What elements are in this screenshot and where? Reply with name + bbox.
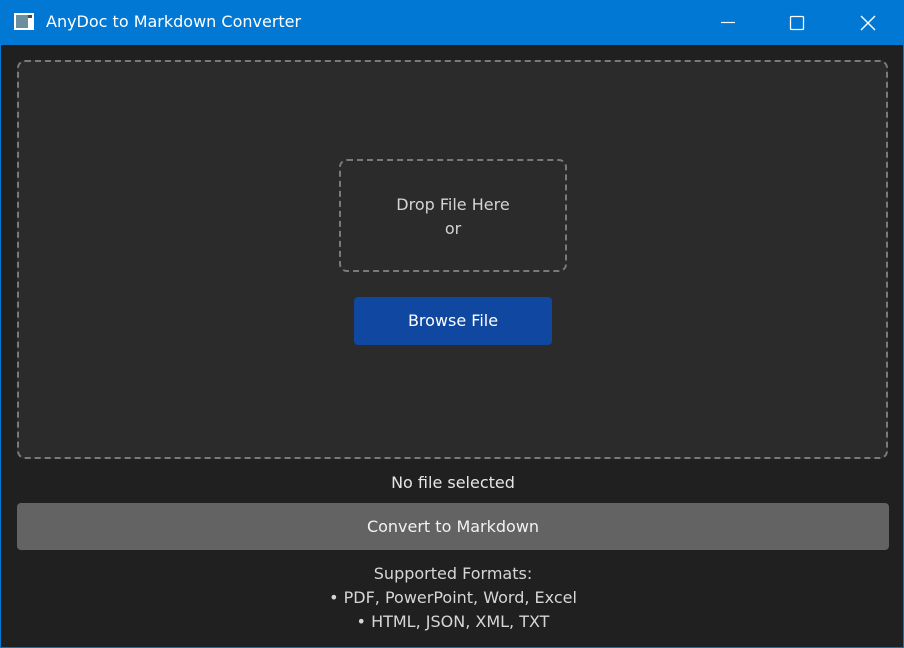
supported-formats-item: • HTML, JSON, XML, TXT <box>356 612 550 631</box>
app-icon <box>14 13 34 30</box>
drop-file-label: Drop File Here <box>396 195 510 214</box>
maximize-icon <box>789 15 805 31</box>
title-bar[interactable]: AnyDoc to Markdown Converter <box>0 0 904 45</box>
supported-formats-item: • PDF, PowerPoint, Word, Excel <box>329 588 577 607</box>
drop-file-target[interactable]: Drop File Here or <box>339 159 567 272</box>
maximize-button[interactable] <box>773 0 819 45</box>
minimize-icon <box>721 21 735 24</box>
minimize-button[interactable] <box>704 0 750 45</box>
supported-formats-heading: Supported Formats: <box>373 564 533 583</box>
window-title: AnyDoc to Markdown Converter <box>46 12 302 31</box>
close-button[interactable] <box>845 0 891 45</box>
file-status-text: No file selected <box>391 473 515 492</box>
convert-to-markdown-button[interactable]: Convert to Markdown <box>17 503 889 550</box>
drop-or-label: or <box>444 219 462 238</box>
close-icon <box>860 15 876 31</box>
app-window: AnyDoc to Markdown Converter Drop File H… <box>0 0 904 648</box>
supported-formats: Supported Formats: • PDF, PowerPoint, Wo… <box>1 562 904 634</box>
browse-file-button[interactable]: Browse File <box>354 297 552 345</box>
